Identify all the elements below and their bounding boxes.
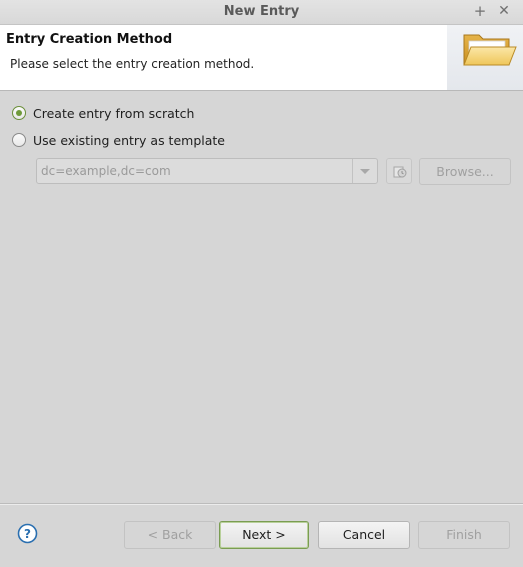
footer-divider-highlight: [0, 504, 523, 505]
template-label: Use existing entry as template: [33, 132, 225, 148]
browse-button[interactable]: Browse...: [419, 158, 511, 185]
finish-button[interactable]: Finish: [418, 521, 510, 549]
back-button[interactable]: < Back: [124, 521, 216, 549]
option-use-template[interactable]: Use existing entry as template: [12, 131, 225, 149]
help-icon[interactable]: ?: [17, 523, 38, 544]
folder-icon: [463, 34, 517, 66]
template-radio[interactable]: [12, 133, 26, 147]
window-title: New Entry: [223, 4, 300, 19]
option-create-from-scratch[interactable]: Create entry from scratch: [12, 104, 194, 122]
title-bar: New Entry + ✕: [0, 0, 523, 25]
scratch-label: Create entry from scratch: [33, 105, 195, 121]
maximize-button[interactable]: +: [471, 2, 489, 20]
close-button[interactable]: ✕: [495, 2, 513, 20]
new-entry-dialog: New Entry + ✕ Entry Creation Method Plea…: [0, 0, 523, 567]
chevron-down-icon[interactable]: [352, 159, 377, 183]
cancel-button[interactable]: Cancel: [318, 521, 410, 549]
template-dn-combo[interactable]: dc=example,dc=com: [36, 158, 378, 184]
page-title: Entry Creation Method: [6, 32, 173, 47]
page-description: Please select the entry creation method.: [10, 57, 255, 71]
scratch-radio[interactable]: [12, 106, 26, 120]
entry-history-icon: [393, 166, 407, 178]
template-dn-value: dc=example,dc=com: [41, 164, 171, 178]
header-image: [447, 25, 523, 90]
svg-text:?: ?: [24, 527, 31, 541]
wizard-header: Entry Creation Method Please select the …: [0, 25, 523, 91]
entry-history-button[interactable]: [386, 158, 412, 184]
next-button[interactable]: Next >: [219, 521, 309, 549]
